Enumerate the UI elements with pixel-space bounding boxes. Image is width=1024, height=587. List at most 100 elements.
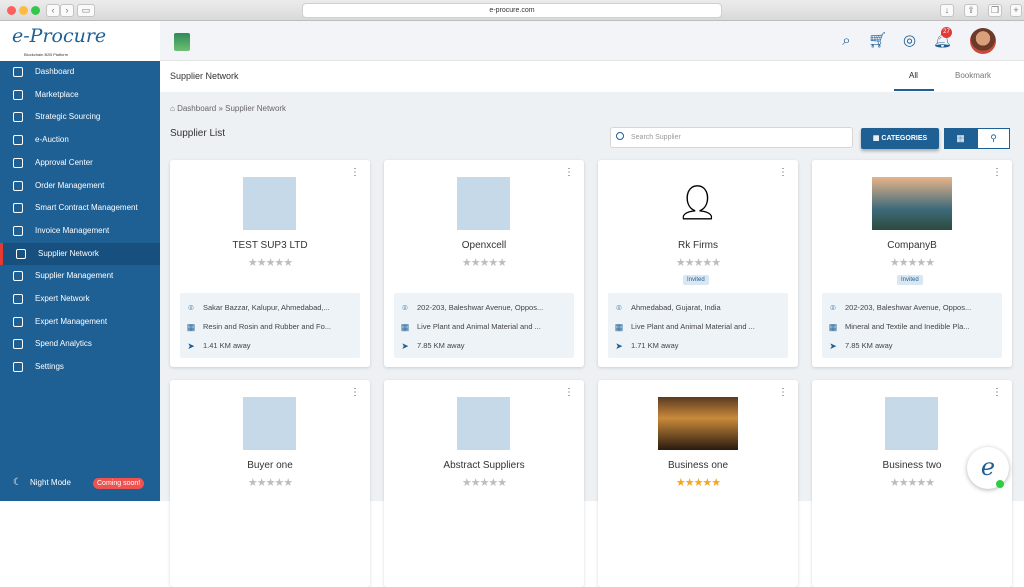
supplier-card[interactable]: ⋮ Openxcell ★★★★★ ⌾ 202-203, Baleshwar Avenu…	[384, 160, 584, 367]
download-icon[interactable]: ↓	[940, 4, 954, 17]
map-view-icon[interactable]: ⚲	[977, 128, 1010, 149]
more-options-icon[interactable]: ⋮	[350, 168, 360, 178]
sidebar-item-settings[interactable]: Settings	[0, 356, 160, 378]
sidebar-item-strategic-sourcing[interactable]: Strategic Sourcing	[0, 106, 160, 128]
sidebar-item-supplier-network[interactable]: Supplier Network	[0, 242, 160, 265]
supplier-category: Mineral and Textile and Inedible Pla...	[845, 322, 970, 331]
search-field-icon	[616, 132, 624, 140]
sidebar-item-label: Expert Management	[35, 316, 108, 326]
search-input[interactable]: Search Supplier	[610, 127, 853, 148]
supplier-name[interactable]: TEST SUP3 LTD	[170, 240, 370, 251]
supplier-distance: 1.41 KM away	[203, 341, 251, 350]
categories-button[interactable]: ▦ CATEGORIES	[861, 128, 939, 149]
menu-icon	[13, 316, 23, 327]
grid-view-icon[interactable]: ▦	[944, 128, 977, 149]
sidebar-item-label: e-Auction	[35, 135, 69, 145]
logo[interactable]: e-Procure Blockchain B2B Platform	[0, 21, 160, 61]
share-icon[interactable]: ⇪	[964, 4, 978, 17]
supplier-name[interactable]: Rk Firms	[598, 240, 798, 251]
search-icon[interactable]: ⌕	[838, 32, 855, 49]
rating-stars: ★★★★★	[675, 257, 721, 269]
tab-all[interactable]: All	[909, 71, 918, 80]
menu-icon	[13, 180, 23, 191]
sidebar-item-label: Approval Center	[35, 157, 93, 167]
address-bar[interactable]: e-procure.com	[302, 3, 722, 18]
sidebar-item-smart-contract-management[interactable]: Smart Contract Management	[0, 197, 160, 219]
coming-soon-badge: Coming soon!	[93, 478, 145, 489]
home-icon[interactable]: ⌂	[170, 104, 175, 113]
menu-icon	[16, 248, 26, 259]
sidebar-item-spend-analytics[interactable]: Spend Analytics	[0, 333, 160, 355]
avatar[interactable]	[970, 28, 996, 54]
cart-icon[interactable]: 🛒︎	[868, 32, 887, 49]
tabs-icon[interactable]: ❐	[988, 4, 1002, 17]
supplier-card[interactable]: ⋮ Business one ★★★★★	[598, 380, 798, 587]
more-options-icon[interactable]: ⋮	[564, 168, 574, 178]
tab-bookmark[interactable]: Bookmark	[955, 71, 991, 80]
supplier-card[interactable]: ⋮ Abstract Suppliers ★★★★★	[384, 380, 584, 587]
menu-icon	[13, 362, 23, 373]
supplier-name[interactable]: Buyer one	[170, 460, 370, 471]
location-pin-icon: ⌾	[188, 303, 194, 313]
more-options-icon[interactable]: ⋮	[350, 388, 360, 398]
sidebar-item-marketplace[interactable]: Marketplace	[0, 84, 160, 106]
company-logo-icon[interactable]	[174, 33, 190, 51]
supplier-card[interactable]: ⋮ CompanyB ★★★★★ Invited ⌾ 202-203, Baleshwar…	[812, 160, 1012, 367]
supplier-info: ⌾ Sakar Bazzar, Kalupur, Ahmedabad,... ▦ Re…	[180, 293, 360, 358]
rating-stars: ★★★★★	[461, 477, 507, 489]
sidebar-item-expert-management[interactable]: Expert Management	[0, 311, 160, 333]
supplier-card[interactable]: ⋮ 👤︎ Rk Firms ★★★★★ Invited ⌾ Ahmedabad, Gujar…	[598, 160, 798, 367]
breadcrumb-dashboard[interactable]: Dashboard	[177, 104, 216, 113]
active-tab-indicator	[894, 89, 934, 91]
supplier-name[interactable]: CompanyB	[812, 240, 1012, 251]
online-status-dot	[996, 480, 1004, 488]
night-mode-toggle[interactable]: ☾ Night Mode Coming soon!	[0, 472, 160, 494]
sidebar: e-Procure Blockchain B2B Platform Dashbo…	[0, 21, 160, 501]
supplier-address: Ahmedabad, Gujarat, India	[631, 303, 721, 312]
page-header	[160, 61, 1024, 92]
more-options-icon[interactable]: ⋮	[778, 388, 788, 398]
categories-label: CATEGORIES	[881, 135, 928, 142]
maximize-window-icon[interactable]	[31, 6, 40, 15]
supplier-name[interactable]: Business one	[598, 460, 798, 471]
forward-icon[interactable]: ›	[60, 4, 74, 17]
supplier-card[interactable]: ⋮ Buyer one ★★★★★	[170, 380, 370, 587]
section-title: Supplier List	[170, 128, 226, 139]
sidebar-item-label: Settings	[35, 362, 64, 372]
sidebar-item-label: Invoice Management	[35, 225, 110, 235]
logo-tagline: Blockchain B2B Platform	[24, 52, 69, 57]
sidebar-item-supplier-management[interactable]: Supplier Management	[0, 265, 160, 287]
sidebar-item-label: Spend Analytics	[35, 339, 92, 349]
category-grid-icon: ▦	[186, 322, 196, 332]
sidebar-item-expert-network[interactable]: Expert Network	[0, 288, 160, 310]
supplier-card[interactable]: ⋮ TEST SUP3 LTD ★★★★★ ⌾ Sakar Bazzar, Kalupu…	[170, 160, 370, 367]
sidebar-toggle-icon[interactable]: ▭	[77, 4, 95, 17]
back-icon[interactable]: ‹	[46, 4, 60, 17]
supplier-category: Live Plant and Animal Material and ...	[417, 322, 541, 331]
supplier-category: Live Plant and Animal Material and ...	[631, 322, 755, 331]
supplier-info: ⌾ 202-203, Baleshwar Avenue, Oppos... ▦ Min…	[822, 293, 1002, 358]
invited-badge: Invited	[683, 275, 709, 285]
building-icon	[243, 397, 296, 450]
more-options-icon[interactable]: ⋮	[992, 388, 1002, 398]
sidebar-item-invoice-management[interactable]: Invoice Management	[0, 220, 160, 242]
supplier-name[interactable]: Abstract Suppliers	[384, 460, 584, 471]
menu-icon	[13, 203, 23, 214]
breadcrumb-separator: »	[218, 104, 223, 113]
minimize-window-icon[interactable]	[19, 6, 28, 15]
invited-badge: Invited	[897, 275, 923, 285]
more-options-icon[interactable]: ⋮	[564, 388, 574, 398]
sidebar-item-dashboard[interactable]: Dashboard	[0, 61, 160, 83]
new-tab-icon[interactable]: +	[1010, 4, 1022, 17]
sidebar-item-e-auction[interactable]: e-Auction	[0, 129, 160, 151]
supplier-address: 202-203, Baleshwar Avenue, Oppos...	[845, 303, 972, 312]
supplier-name[interactable]: Openxcell	[384, 240, 584, 251]
sidebar-item-approval-center[interactable]: Approval Center	[0, 152, 160, 174]
support-icon[interactable]: ◎	[901, 32, 918, 49]
location-pin-icon: ⌾	[830, 303, 836, 313]
more-options-icon[interactable]: ⋮	[992, 168, 1002, 178]
sidebar-item-order-management[interactable]: Order Management	[0, 175, 160, 197]
close-window-icon[interactable]	[7, 6, 16, 15]
navigation-arrow-icon: ➤	[615, 341, 623, 351]
more-options-icon[interactable]: ⋮	[778, 168, 788, 178]
